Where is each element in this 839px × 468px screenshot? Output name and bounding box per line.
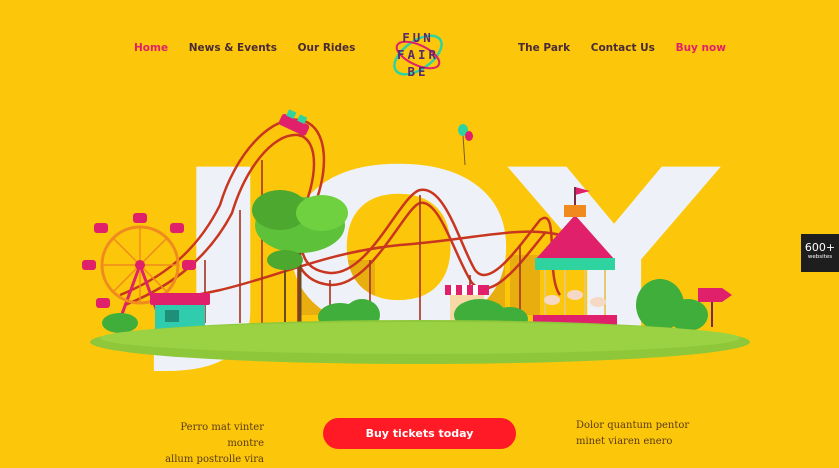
- logo-line-2: FAIR: [396, 47, 440, 62]
- badge-label: websites: [807, 254, 833, 260]
- main-nav-left: Home News & Events Our Rides: [134, 42, 372, 54]
- hero-illustration: JOY: [82, 109, 750, 379]
- tagline-right-line-2: minet viaren enero: [576, 436, 673, 447]
- nav-the-park[interactable]: The Park: [518, 42, 570, 54]
- logo-line-3: BE: [407, 64, 429, 79]
- tagline-right-line-1: Dolor quantum pentor: [576, 420, 690, 431]
- ground: [90, 320, 750, 364]
- logo-line-1: FUN: [402, 30, 434, 45]
- ticket-booth: [150, 293, 210, 330]
- badge-count: 600+: [804, 241, 836, 254]
- nav-buy-now[interactable]: Buy now: [676, 42, 726, 54]
- main-nav-right: The Park Contact Us Buy now: [518, 42, 743, 54]
- websites-count-badge[interactable]: 600+ websites: [801, 234, 839, 272]
- nav-contact-us[interactable]: Contact Us: [591, 42, 655, 54]
- tagline-right: Dolor quantum pentor minet viaren enero: [576, 418, 689, 450]
- nav-home[interactable]: Home: [134, 42, 168, 54]
- site-logo[interactable]: FUN FAIR BE: [388, 26, 448, 84]
- tagline-left-line-1: Perro mat vinter montre: [180, 422, 264, 449]
- nav-our-rides[interactable]: Our Rides: [298, 42, 356, 54]
- tagline-left: Perro mat vinter montre allum postrolle …: [158, 420, 264, 468]
- buy-tickets-button[interactable]: Buy tickets today: [323, 418, 516, 449]
- nav-news-events[interactable]: News & Events: [189, 42, 277, 54]
